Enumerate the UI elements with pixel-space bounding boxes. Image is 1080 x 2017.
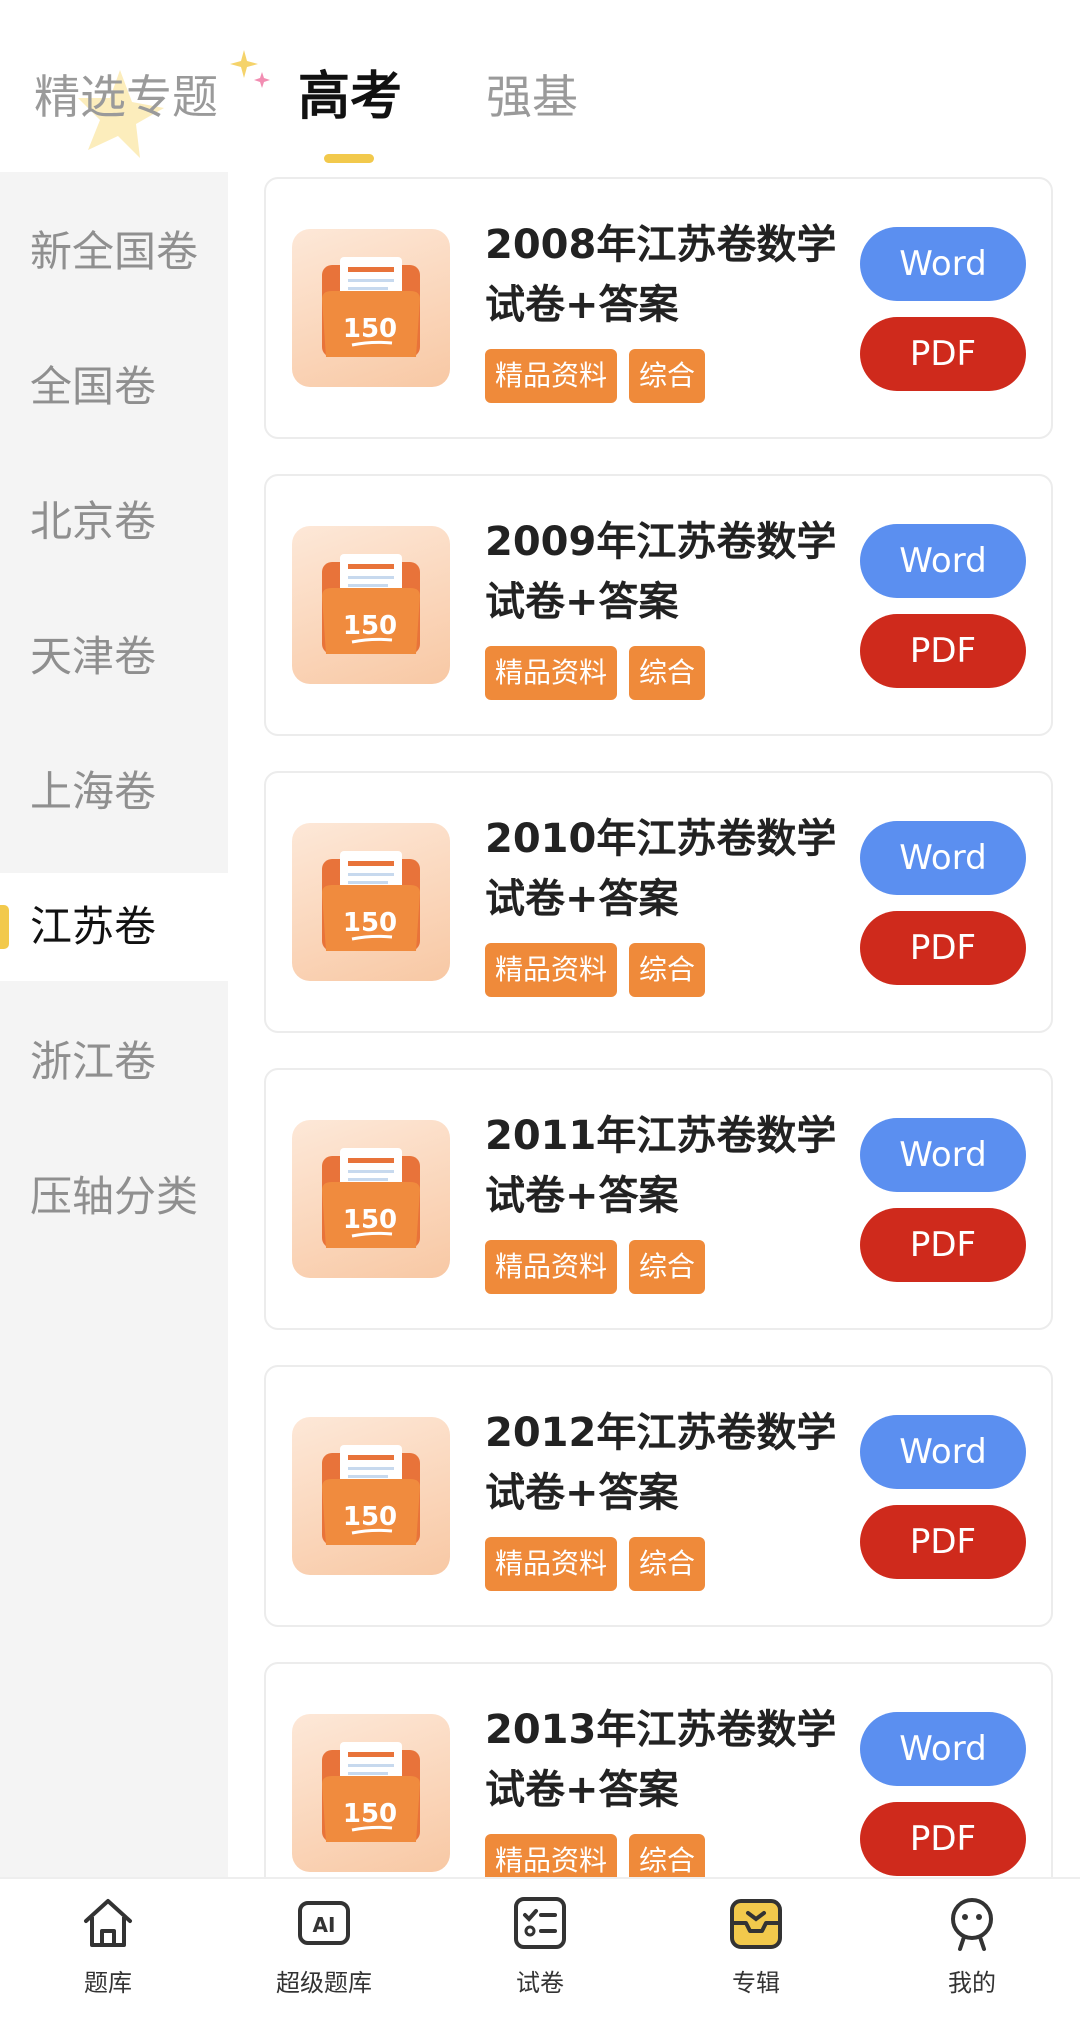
tag-premium: 精品资料 xyxy=(485,1834,618,1877)
thumb-number: 150 xyxy=(343,1502,397,1532)
folder-thumbnail-icon: 150 xyxy=(292,1417,450,1575)
nav-super-question-bank[interactable]: AI 超级题库 xyxy=(244,1893,404,1998)
tag-premium: 精品资料 xyxy=(485,943,618,997)
sidebar-item-jiangsu[interactable]: 江苏卷 xyxy=(0,873,228,981)
nav-label: 试卷 xyxy=(516,1969,564,1997)
list-item[interactable]: 150 2009年江苏卷数学试卷+答案 精品资料 综合 Word PDF xyxy=(264,474,1053,736)
paper-title: 2013年江苏卷数学试卷+答案 xyxy=(485,1707,837,1813)
nav-label: 超级题库 xyxy=(276,1969,372,1997)
thumb-number: 150 xyxy=(343,611,397,641)
sidebar-item-tianjin[interactable]: 天津卷 xyxy=(0,603,228,711)
list-item[interactable]: 150 2011年江苏卷数学试卷+答案 精品资料 综合 Word PDF xyxy=(264,1068,1053,1330)
list-item[interactable]: 150 2008年江苏卷数学试卷+答案 精品资料 综合 Word PDF xyxy=(264,177,1053,439)
paper-title: 2011年江苏卷数学试卷+答案 xyxy=(485,1113,837,1219)
tag-comprehensive: 综合 xyxy=(629,646,706,700)
sidebar-item-shanghai[interactable]: 上海卷 xyxy=(0,738,228,846)
folder-thumbnail-icon: 150 xyxy=(292,1120,450,1278)
nav-label: 题库 xyxy=(84,1969,132,1997)
folder-thumbnail-icon: 150 xyxy=(292,823,450,981)
tag-group: 精品资料 综合 xyxy=(485,1240,706,1294)
word-download-button[interactable]: Word xyxy=(860,821,1026,895)
folder-thumbnail-icon: 150 xyxy=(292,526,450,684)
paper-title: 2009年江苏卷数学试卷+答案 xyxy=(485,519,837,625)
tag-premium: 精品资料 xyxy=(485,1240,618,1294)
list-item[interactable]: 150 2010年江苏卷数学试卷+答案 精品资料 综合 Word PDF xyxy=(264,771,1053,1033)
nav-label: 专辑 xyxy=(732,1969,780,1997)
tag-group: 精品资料 综合 xyxy=(485,1834,706,1877)
nav-albums[interactable]: 专辑 xyxy=(676,1893,836,1998)
word-download-button[interactable]: Word xyxy=(860,1118,1026,1192)
list-item[interactable]: 150 2013年江苏卷数学试卷+答案 精品资料 综合 Word PDF xyxy=(264,1662,1053,1877)
tag-comprehensive: 综合 xyxy=(629,349,706,403)
ai-icon: AI xyxy=(298,1901,350,1945)
active-tab-indicator xyxy=(324,154,374,163)
nav-question-bank[interactable]: 题库 xyxy=(28,1893,188,1998)
word-download-button[interactable]: Word xyxy=(860,227,1026,301)
sidebar-item-national[interactable]: 全国卷 xyxy=(0,333,228,441)
tag-premium: 精品资料 xyxy=(485,646,618,700)
tab-qiangji[interactable]: 强基 xyxy=(486,62,578,132)
pdf-download-button[interactable]: PDF xyxy=(860,317,1026,391)
tag-comprehensive: 综合 xyxy=(629,1537,706,1591)
paper-title: 2010年江苏卷数学试卷+答案 xyxy=(485,816,837,922)
tab-featured-topics[interactable]: 精选专题 xyxy=(34,62,218,132)
tab-gaokao[interactable]: 高考 xyxy=(298,62,402,132)
tag-premium: 精品资料 xyxy=(485,1537,618,1591)
tag-group: 精品资料 综合 xyxy=(485,349,706,403)
svg-text:AI: AI xyxy=(313,1913,336,1937)
folder-thumbnail-icon: 150 xyxy=(292,229,450,387)
paper-title: 2008年江苏卷数学试卷+答案 xyxy=(485,222,837,328)
nav-me[interactable]: 我的 xyxy=(892,1893,1052,1998)
pdf-download-button[interactable]: PDF xyxy=(860,911,1026,985)
pdf-download-button[interactable]: PDF xyxy=(860,614,1026,688)
sidebar-item-new-national[interactable]: 新全国卷 xyxy=(0,198,228,306)
word-download-button[interactable]: Word xyxy=(860,524,1026,598)
folder-thumbnail-icon: 150 xyxy=(292,1714,450,1872)
tag-group: 精品资料 综合 xyxy=(485,1537,706,1591)
sidebar-item-beijing[interactable]: 北京卷 xyxy=(0,468,228,576)
thumb-number: 150 xyxy=(343,908,397,938)
category-sidebar: 新全国卷 全国卷 北京卷 天津卷 上海卷 江苏卷 浙江卷 压轴分类 xyxy=(0,172,228,1877)
pdf-download-button[interactable]: PDF xyxy=(860,1802,1026,1876)
checklist-icon xyxy=(514,1897,566,1949)
word-download-button[interactable]: Word xyxy=(860,1712,1026,1786)
tag-premium: 精品资料 xyxy=(485,349,618,403)
bottom-navigation: 题库 AI 超级题库 试卷 专辑 我的 xyxy=(0,1877,1080,2017)
home-icon xyxy=(84,1899,132,1947)
tag-comprehensive: 综合 xyxy=(629,1834,706,1877)
top-tab-bar: 精选专题 高考 强基 xyxy=(0,0,1080,172)
pdf-download-button[interactable]: PDF xyxy=(860,1208,1026,1282)
thumb-number: 150 xyxy=(343,314,397,344)
sidebar-item-zhejiang[interactable]: 浙江卷 xyxy=(0,1008,228,1116)
list-item[interactable]: 150 2012年江苏卷数学试卷+答案 精品资料 综合 Word PDF xyxy=(264,1365,1053,1627)
nav-papers[interactable]: 试卷 xyxy=(460,1893,620,1998)
thumb-number: 150 xyxy=(343,1205,397,1235)
paper-list: 150 2008年江苏卷数学试卷+答案 精品资料 综合 Word PDF 150 xyxy=(228,172,1080,1877)
pdf-download-button[interactable]: PDF xyxy=(860,1505,1026,1579)
paper-title: 2012年江苏卷数学试卷+答案 xyxy=(485,1410,837,1516)
tag-group: 精品资料 综合 xyxy=(485,943,706,997)
word-download-button[interactable]: Word xyxy=(860,1415,1026,1489)
tag-group: 精品资料 综合 xyxy=(485,646,706,700)
tag-comprehensive: 综合 xyxy=(629,1240,706,1294)
sparkle-icon xyxy=(230,50,270,88)
profile-icon xyxy=(951,1898,993,1951)
nav-label: 我的 xyxy=(948,1969,996,1997)
inbox-icon xyxy=(730,1899,782,1949)
thumb-number: 150 xyxy=(343,1799,397,1829)
tag-comprehensive: 综合 xyxy=(629,943,706,997)
sidebar-item-final-problems[interactable]: 压轴分类 xyxy=(0,1143,228,1251)
